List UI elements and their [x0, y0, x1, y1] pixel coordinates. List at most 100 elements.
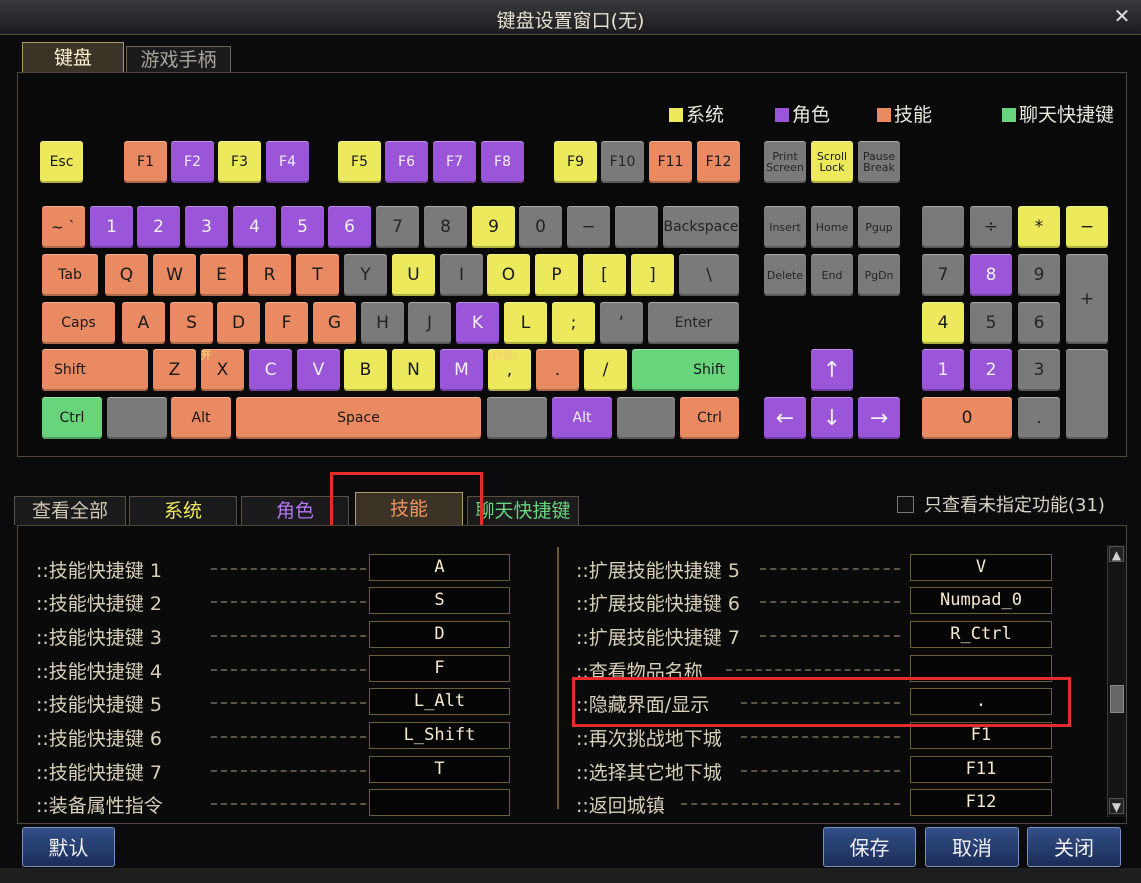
key-numpad-4[interactable]: 4 — [922, 302, 964, 344]
binding-key-field[interactable]: S — [369, 587, 510, 614]
key-right-bracket[interactable]: ] — [631, 254, 674, 296]
binding-key-field[interactable]: L_Shift — [369, 722, 510, 749]
key-7[interactable]: 7 — [376, 206, 419, 248]
binding-key-field[interactable]: A — [369, 554, 510, 581]
key-d[interactable]: D — [217, 302, 260, 344]
key-p[interactable]: P — [535, 254, 578, 296]
key-pgup[interactable]: Pgup — [858, 206, 900, 248]
key-backslash[interactable]: \ — [679, 254, 739, 296]
binding-key-field[interactable]: L_Alt — [369, 688, 510, 715]
binding-row[interactable]: ::技能快捷键 3D — [36, 620, 510, 650]
key-f7[interactable]: F7 — [433, 141, 476, 183]
key-numpad-0[interactable]: 0 — [922, 397, 1012, 439]
key-arrow-right[interactable]: → — [858, 397, 900, 439]
key-esc[interactable]: Esc — [40, 141, 83, 183]
key-q[interactable]: Q — [105, 254, 148, 296]
key-f8[interactable]: F8 — [481, 141, 524, 183]
key-r[interactable]: R — [248, 254, 291, 296]
key-f12[interactable]: F12 — [697, 141, 740, 183]
key-left-win[interactable] — [107, 397, 167, 439]
scroll-thumb[interactable] — [1110, 685, 1124, 713]
key-l[interactable]: L — [504, 302, 547, 344]
key-f[interactable]: F — [265, 302, 308, 344]
key-arrow-up[interactable]: ↑ — [811, 349, 853, 391]
key-pause-break[interactable]: Pause Break — [858, 141, 900, 183]
key-f2[interactable]: F2 — [171, 141, 214, 183]
key-m[interactable]: M — [440, 349, 483, 391]
key-numpad-dot[interactable]: . — [1018, 397, 1060, 439]
key-equal[interactable] — [615, 206, 658, 248]
key-y[interactable]: Y — [344, 254, 387, 296]
binding-row[interactable]: ::选择其它地下城 F11 — [576, 755, 1052, 785]
key-2[interactable]: 2 — [137, 206, 180, 248]
binding-key-field[interactable] — [369, 789, 510, 816]
key-z[interactable]: Z — [153, 349, 196, 391]
key-f9[interactable]: F9 — [554, 141, 597, 183]
key-left-ctrl[interactable]: Ctrl — [42, 397, 102, 439]
binding-row[interactable]: ::扩展技能快捷键 5V — [576, 553, 1052, 583]
key-insert[interactable]: Insert — [764, 206, 806, 248]
key-v[interactable]: V — [297, 349, 340, 391]
tab-keyboard[interactable]: 键盘 — [22, 42, 124, 73]
key-arrow-down[interactable]: ↓ — [811, 397, 853, 439]
key-delete[interactable]: Delete — [764, 254, 806, 296]
list-scrollbar[interactable]: ▲ ▼ — [1107, 545, 1126, 817]
key-space[interactable]: Space — [236, 397, 481, 439]
key-8[interactable]: 8 — [424, 206, 467, 248]
key-right-win[interactable] — [617, 397, 675, 439]
key-scroll-lock[interactable]: Scroll Lock — [811, 141, 853, 183]
key-numpad-6[interactable]: 6 — [1018, 302, 1060, 344]
key-numpad-9[interactable]: 9 — [1018, 254, 1060, 296]
binding-key-field[interactable]: F — [369, 655, 510, 682]
key-numpad-2[interactable]: 2 — [970, 349, 1012, 391]
key-b[interactable]: B — [344, 349, 387, 391]
key-left-alt[interactable]: Alt — [171, 397, 231, 439]
key-f10[interactable]: F10 — [601, 141, 644, 183]
key-tilde[interactable]: ~ ` — [42, 206, 85, 248]
binding-key-field[interactable]: T — [369, 756, 510, 783]
key-left-shift[interactable]: Shift — [42, 349, 148, 391]
key-enter[interactable]: Enter — [648, 302, 739, 344]
key-numpad-8[interactable]: 8 — [970, 254, 1012, 296]
key-minus[interactable]: − — [567, 206, 610, 248]
binding-key-field[interactable]: V — [910, 554, 1052, 581]
key-6[interactable]: 6 — [328, 206, 371, 248]
key-caps[interactable]: Caps — [42, 302, 115, 344]
binding-key-field[interactable]: Numpad_0 — [910, 587, 1052, 614]
binding-row[interactable]: ::技能快捷键 2S — [36, 586, 510, 616]
key-0[interactable]: 0 — [519, 206, 562, 248]
key-right-blank[interactable] — [487, 397, 547, 439]
key-5[interactable]: 5 — [281, 206, 324, 248]
key-h[interactable]: H — [361, 302, 404, 344]
filter-unassigned[interactable]: 只查看未指定功能(31) — [897, 491, 1105, 517]
key-i[interactable]: I — [440, 254, 483, 296]
key-a[interactable]: A — [122, 302, 165, 344]
key-f3[interactable]: F3 — [218, 141, 261, 183]
filter-tab-all[interactable]: 查看全部 — [14, 496, 126, 525]
binding-row[interactable]: ::扩展技能快捷键 7 R_Ctrl — [576, 620, 1052, 650]
key-numpad-multiply[interactable]: * — [1018, 206, 1060, 248]
key-o[interactable]: O — [487, 254, 530, 296]
key-4[interactable]: 4 — [233, 206, 276, 248]
binding-row[interactable]: ::扩展技能快捷键 6 Numpad_0 — [576, 586, 1052, 616]
filter-tab-chat[interactable]: 聊天快捷键 — [467, 496, 579, 525]
key-c[interactable]: C — [249, 349, 292, 391]
key-semicolon[interactable]: ; — [552, 302, 595, 344]
key-period[interactable]: . — [536, 349, 579, 391]
key-u[interactable]: U — [392, 254, 435, 296]
key-tab[interactable]: Tab — [42, 254, 98, 296]
scroll-up-icon[interactable]: ▲ — [1109, 546, 1124, 562]
key-numpad-5[interactable]: 5 — [970, 302, 1012, 344]
key-e[interactable]: E — [200, 254, 243, 296]
key-f4[interactable]: F4 — [266, 141, 309, 183]
cancel-button[interactable]: 取消 — [925, 827, 1019, 867]
key-right-alt[interactable]: Alt — [552, 397, 612, 439]
binding-key-field[interactable]: F11 — [910, 756, 1052, 783]
key-f5[interactable]: F5 — [338, 141, 381, 183]
scroll-down-icon[interactable]: ▼ — [1109, 798, 1124, 814]
key-w[interactable]: W — [153, 254, 196, 296]
key-numpad-7[interactable]: 7 — [922, 254, 964, 296]
binding-key-field[interactable]: D — [369, 621, 510, 648]
key-f11[interactable]: F11 — [649, 141, 692, 183]
key-numpad-divide[interactable]: ÷ — [970, 206, 1012, 248]
